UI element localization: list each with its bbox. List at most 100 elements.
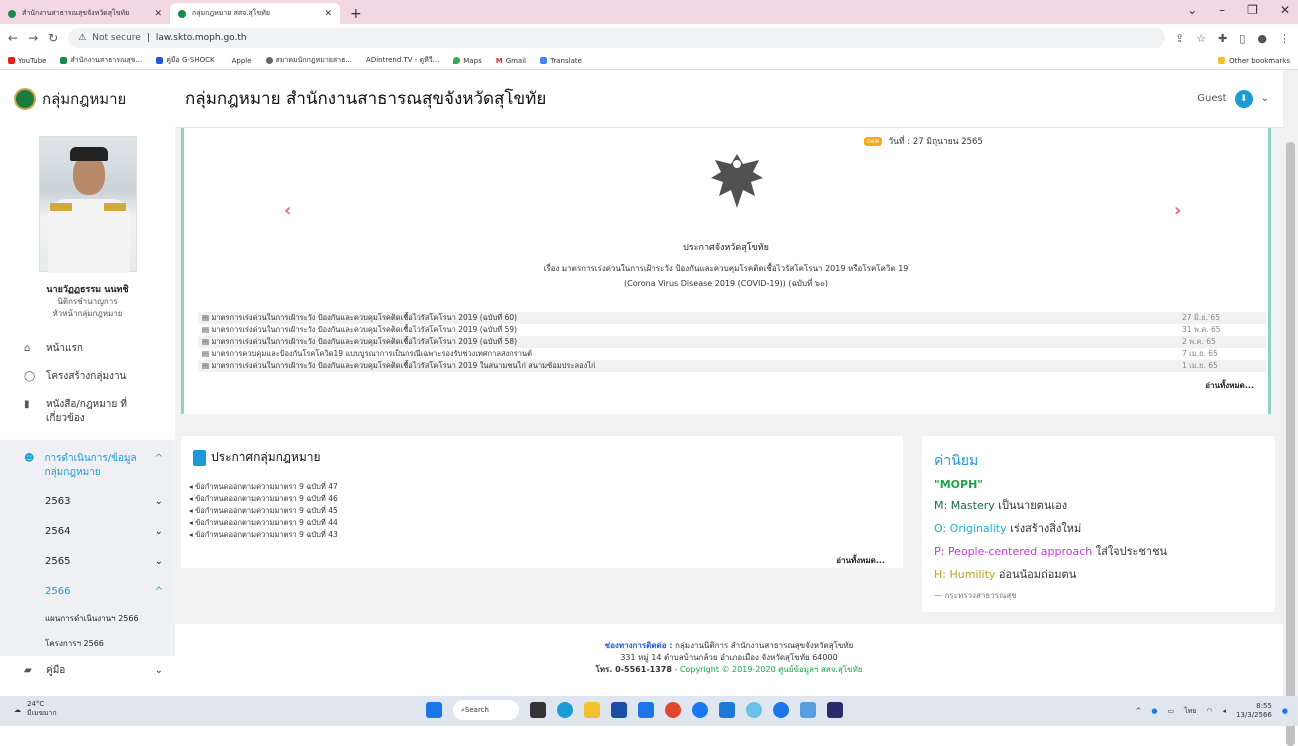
bookmark-apple[interactable]: Apple xyxy=(229,57,252,65)
list-item[interactable]: ◂ ข้อกำหนดออกตามความมาตรา 9 ฉบับที่ 45 xyxy=(189,505,338,517)
list-item[interactable]: ◂ ข้อกำหนดออกตามความมาตรา 9 ฉบับที่ 46 xyxy=(189,493,338,505)
facebook-icon[interactable] xyxy=(692,702,708,718)
notification-icon[interactable]: ● xyxy=(1282,707,1288,715)
language-indicator[interactable]: ไทย xyxy=(1184,706,1196,717)
scrollbar[interactable] xyxy=(1283,70,1298,746)
cloud-sync-icon[interactable]: ● xyxy=(1151,707,1157,715)
bookmark-gshock[interactable]: คู่มือ G-SHOCK xyxy=(156,55,215,66)
task-view-icon[interactable] xyxy=(530,702,546,718)
close-tab-icon[interactable]: ✕ xyxy=(154,9,162,19)
sidebar-item-law[interactable]: ▮ หนังสือ/กฎหมาย ที่เกี่ยวข้อง xyxy=(0,398,175,426)
list-item[interactable]: ◂ ข้อกำหนดออกตามความมาตรา 9 ฉบับที่ 47 xyxy=(189,481,338,493)
scrollbar-thumb[interactable] xyxy=(1286,142,1295,746)
sidebar-item-manual[interactable]: ▰ คู่มือ ⌄ xyxy=(0,664,175,678)
announcement-subject: เรื่อง มาตรการเร่งด่วนในการเฝ้าระวัง ป้อ… xyxy=(543,264,909,273)
close-tab-icon[interactable]: ✕ xyxy=(324,9,332,19)
list-item[interactable]: ▤ มาตรการควบคุมและป้องกันโรคโควิด19 แบบบ… xyxy=(198,348,1266,360)
sidebar-year-2566[interactable]: 2566 ^ xyxy=(0,576,175,606)
chrome-icon[interactable] xyxy=(665,702,681,718)
bookmark-label: Maps xyxy=(463,56,482,65)
messenger-icon[interactable] xyxy=(773,702,789,718)
list-item[interactable]: ▤ มาตรการเร่งด่วนในการเฝ้าระวัง ป้องกันแ… xyxy=(198,360,1266,372)
value-text: อ่อนน้อมถ่อมตน xyxy=(995,568,1077,581)
extension-icon[interactable]: ✚ xyxy=(1218,32,1227,45)
sidebar-year-2565[interactable]: 2565 ⌄ xyxy=(0,546,175,576)
bookmark-gmail[interactable]: M Gmail xyxy=(496,57,526,65)
tray-chevron-icon[interactable]: ^ xyxy=(1136,707,1142,715)
bookmark-maps[interactable]: Maps xyxy=(453,56,482,65)
sidebar-item-plan-2566[interactable]: แผนการดำเนินงานฯ 2566 xyxy=(0,606,175,631)
sidepanel-icon[interactable]: ▯ xyxy=(1239,32,1245,45)
file-explorer-icon[interactable] xyxy=(584,702,600,718)
bookmark-lawyer[interactable]: สมาคมนักกฎหมายสาธ... xyxy=(265,55,352,66)
volume-icon[interactable]: ◂ xyxy=(1222,707,1226,715)
other-bookmarks[interactable]: Other bookmarks xyxy=(1218,57,1290,65)
store-icon[interactable] xyxy=(611,702,627,718)
minimize-icon[interactable]: – xyxy=(1219,3,1225,17)
wifi-icon[interactable]: ◠ xyxy=(1206,707,1212,715)
item-date: 2 พ.ค. 65 xyxy=(1182,337,1216,346)
share-icon[interactable]: ⇪ xyxy=(1175,32,1184,45)
bookmark-adintrend[interactable]: ADintrend.TV - ดูทีวี... xyxy=(366,55,439,66)
clock[interactable]: 8:55 13/3/2566 xyxy=(1236,702,1272,720)
read-all-link[interactable]: อ่านทั้งหมด... xyxy=(1205,379,1254,392)
chevron-up-icon: ^ xyxy=(154,585,163,597)
mail-icon[interactable] xyxy=(638,702,654,718)
keyboard-icon[interactable]: ▭ xyxy=(1167,707,1174,715)
bookmark-label: Gmail xyxy=(505,56,527,65)
read-all-link[interactable]: อ่านทั้งหมด... xyxy=(836,554,885,567)
value-text: เร่งสร้างสิ่งใหม่ xyxy=(1006,522,1082,535)
browser-tab-2[interactable]: กลุ่มกฎหมาย สสจ.สุโขทัย ✕ xyxy=(170,3,340,24)
taskbar-apps: ⌕ Search xyxy=(426,700,843,720)
sidebar-item-home[interactable]: ⌂ หน้าแรก xyxy=(0,342,175,356)
bookmark-translate[interactable]: Translate xyxy=(540,57,582,65)
back-icon[interactable]: ← xyxy=(8,31,18,45)
taskbar-search[interactable]: ⌕ Search xyxy=(453,700,519,720)
browser-tab-1[interactable]: สำนักงานสาธารณสุขจังหวัดสุโขทัย ✕ xyxy=(0,3,170,24)
edge-icon[interactable] xyxy=(746,702,762,718)
bookmark-youtube[interactable]: YouTube xyxy=(8,57,46,65)
tab-bar: สำนักงานสาธารณสุขจังหวัดสุโขทัย ✕ กลุ่มกฎ… xyxy=(0,0,1298,24)
close-window-icon[interactable]: ✕ xyxy=(1280,3,1290,17)
chevron-down-icon[interactable]: ⌄ xyxy=(1187,3,1197,17)
windows-start-icon[interactable] xyxy=(426,702,442,718)
weather-widget[interactable]: ☁ 24°C มีเมฆมาก xyxy=(14,700,57,719)
url-input[interactable]: ⚠ Not secure | law.skto.moph.go.th xyxy=(68,28,1166,48)
reload-icon[interactable]: ↻ xyxy=(48,31,58,45)
sidebar-year-2564[interactable]: 2564 ⌄ xyxy=(0,516,175,546)
list-item[interactable]: ▤ มาตรการเร่งด่วนในการเฝ้าระวัง ป้องกันแ… xyxy=(198,324,1266,336)
chat-icon[interactable] xyxy=(557,702,573,718)
warning-icon: ⚠ xyxy=(78,33,87,43)
profile-icon[interactable]: ● xyxy=(1257,32,1267,45)
system-tray: ^ ● ▭ ไทย ◠ ◂ 8:55 13/3/2566 ● xyxy=(1136,702,1289,720)
bookmark-sso[interactable]: สำนักงานสาธารณสุข... xyxy=(60,55,142,66)
list-item[interactable]: ▤ มาตรการเร่งด่วนในการเฝ้าระวัง ป้องกันแ… xyxy=(198,312,1266,324)
chevron-down-icon: ⌄ xyxy=(154,525,163,537)
forward-icon[interactable]: → xyxy=(28,31,38,45)
carousel-prev-icon[interactable]: ‹ xyxy=(284,200,291,221)
announcement-subject-2: (Corona Virus Disease 2019 (COVID-19)) (… xyxy=(624,279,828,288)
notices-card: ประกาศกลุ่มกฎหมาย ◂ ข้อกำหนดออกตามความมา… xyxy=(181,436,903,568)
word-icon[interactable] xyxy=(719,702,735,718)
restore-icon[interactable]: ❐ xyxy=(1247,3,1258,17)
sidebar-section-operations[interactable]: ☻ การดำเนินการ/ข้อมูลกลุ่มกฎหมาย ^ xyxy=(0,440,175,486)
sidebar-year-2563[interactable]: 2563 ⌄ xyxy=(0,486,175,516)
list-item[interactable]: ◂ ข้อกำหนดออกตามความมาตรา 9 ฉบับที่ 43 xyxy=(189,529,338,541)
year-label: 2563 xyxy=(45,495,71,507)
menu-icon[interactable]: ⋮ xyxy=(1279,32,1290,45)
list-item[interactable]: ◂ ข้อกำหนดออกตามความมาตรา 9 ฉบับที่ 44 xyxy=(189,517,338,529)
star-icon[interactable]: ☆ xyxy=(1196,32,1206,45)
document-icon xyxy=(193,450,206,466)
value-line: M: Mastery เป็นนายตนเอง xyxy=(934,496,1263,514)
carousel-next-icon[interactable]: › xyxy=(1174,200,1181,221)
calendar-icon[interactable] xyxy=(800,702,816,718)
sidebar-item-project-2566[interactable]: โครงการฯ 2566 xyxy=(0,631,175,656)
user-menu[interactable]: Guest ⬇ ⌄ xyxy=(1197,89,1283,108)
list-item[interactable]: ▤ มาตรการเร่งด่วนในการเฝ้าระวัง ป้องกันแ… xyxy=(198,336,1266,348)
zoom-icon[interactable] xyxy=(827,702,843,718)
new-tab-icon[interactable]: + xyxy=(340,3,372,24)
item-date: 7 เม.ย. 65 xyxy=(1182,349,1218,358)
sidebar-item-structure[interactable]: ◯ โครงสร้างกลุ่มงาน xyxy=(0,370,175,384)
item-text: ข้อกำหนดออกตามความมาตรา 9 ฉบับที่ 46 xyxy=(195,494,338,503)
site-logo[interactable]: กลุ่มกฎหมาย xyxy=(0,70,175,128)
